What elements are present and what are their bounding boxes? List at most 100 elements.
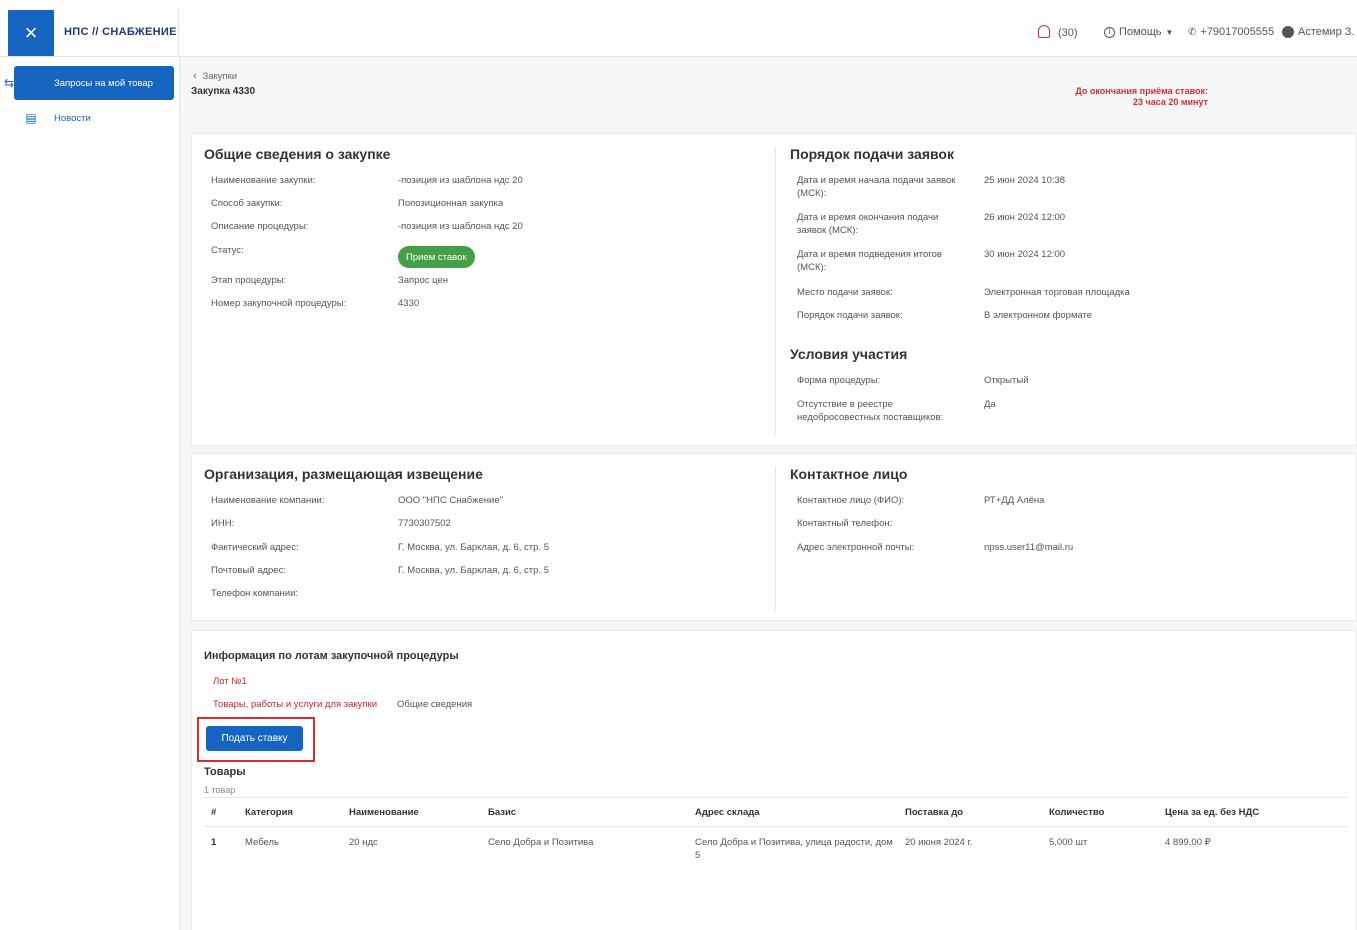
divider xyxy=(775,466,776,610)
close-icon: × xyxy=(24,20,38,45)
field-label: Описание процедуры: xyxy=(211,221,309,232)
field-value: -позиция из шаблона ндс 20 xyxy=(398,175,523,186)
section-title-conditions: Условия участия xyxy=(790,346,908,362)
table-cell: 1 xyxy=(211,837,217,848)
status-badge: Прием ставок xyxy=(398,246,475,268)
lots-card xyxy=(191,630,1357,930)
field-label: Порядок подачи заявок: xyxy=(797,310,903,321)
notifications-count: (30) xyxy=(1058,26,1078,39)
table-header-cell: Категория xyxy=(245,807,293,818)
field-value: 7730307502 xyxy=(398,518,451,529)
field-value[interactable]: npss.user11@mail.ru xyxy=(984,541,1073,554)
field-label: Телефон компании: xyxy=(211,588,299,599)
field-value: 26 июн 2024 12:00 xyxy=(984,212,1066,223)
section-title-general: Общие сведения о закупке xyxy=(204,146,391,162)
field-value: В электронном формате xyxy=(984,310,1093,321)
table-cell: Мебель xyxy=(245,837,279,848)
field-label: Адрес электронной почты: xyxy=(797,542,915,553)
phone-number: +79017005555 xyxy=(1200,26,1275,38)
field-label: Контактный телефон: xyxy=(797,518,893,529)
table-cell: 4 899,00 ₽ xyxy=(1165,837,1211,848)
field-label: Наименование закупки: xyxy=(211,175,316,186)
field-value: 25 июн 2024 10:38 xyxy=(984,175,1066,186)
field-label: Статус: xyxy=(211,245,244,256)
field-value: Электронная торговая площадка xyxy=(984,287,1130,298)
chevron-left-icon: ‹ xyxy=(193,70,197,82)
goods-title: Товары xyxy=(204,766,246,778)
field-value: Открытый xyxy=(984,375,1029,386)
table-header-cell: Количество xyxy=(1049,807,1105,818)
procurement-info-card xyxy=(191,133,1357,446)
field-label: Дата и время окончания подачи заявок (МС… xyxy=(797,212,939,236)
chevron-down-icon: ▼ xyxy=(1165,27,1174,37)
field-label: Этап процедуры: xyxy=(211,275,287,286)
field-value: 4330 xyxy=(398,298,420,309)
field-label: ИНН: xyxy=(211,518,235,529)
field-value: Попозиционная закупка xyxy=(398,198,504,209)
info-icon: i xyxy=(1104,26,1115,38)
field-label: Отсутствие в реестре недобросовестных по… xyxy=(797,399,944,423)
section-title-contact: Контактное лицо xyxy=(790,466,908,482)
field-label: Наименование компании: xyxy=(211,495,325,506)
table-header-cell: Цена за ед. без НДС xyxy=(1165,807,1260,818)
table-header-cell: # xyxy=(211,807,217,818)
sidebar-item-news[interactable]: ▤ Новости xyxy=(0,111,180,129)
deadline-label: До окончания приёма ставок: xyxy=(1075,86,1208,96)
phone-icon: ✆ xyxy=(1188,26,1197,38)
tab-general[interactable]: Общие сведения xyxy=(397,699,472,710)
field-label: Дата и время начала подачи заявок (МСК): xyxy=(797,175,956,199)
section-title-submission: Порядок подачи заявок xyxy=(790,146,954,162)
phone-link[interactable]: ✆ +79017005555 xyxy=(1188,26,1274,38)
newspaper-icon: ▤ xyxy=(25,111,37,125)
notifications-button[interactable]: (30) xyxy=(1038,25,1078,39)
field-label: Способ закупки: xyxy=(211,198,283,209)
table-cell: Село Добра и Позитива xyxy=(488,837,594,848)
top-bar: × НПС // СНАБЖЕНИЕ (30) i Помощь ▼ ✆ +79… xyxy=(0,0,1357,57)
table-cell: 20 ндс xyxy=(349,837,378,848)
field-value: 30 июн 2024 12:00 xyxy=(984,249,1066,260)
deadline-value: 23 часа 20 минут xyxy=(1132,97,1208,107)
swap-arrows-icon: ⇆ xyxy=(4,76,15,90)
logo[interactable]: НПС // СНАБЖЕНИЕ xyxy=(64,26,177,38)
field-label: Фактический адрес: xyxy=(211,542,299,553)
divider xyxy=(204,826,1347,827)
lot-link[interactable]: Лот №1 xyxy=(213,676,247,687)
divider xyxy=(178,8,179,56)
field-value: Запрос цен xyxy=(398,275,448,286)
page-title: Закупка 4330 xyxy=(191,86,256,97)
field-label: Почтовый адрес: xyxy=(211,565,286,576)
field-value: -позиция из шаблона ндс 20 xyxy=(398,221,523,232)
tab-goods[interactable]: Товары, работы и услуги для закупки xyxy=(213,699,377,710)
sidebar-item-label: Запросы на мой товар xyxy=(54,77,153,89)
field-value: Г. Москва, ул. Барклая, д. 6, стр. 5 xyxy=(398,565,549,576)
divider xyxy=(775,147,776,434)
user-name: Астемир З. xyxy=(1298,26,1355,38)
table-cell: 20 июня 2024 г. xyxy=(905,837,973,848)
user-menu[interactable]: Астемир З. ▼ xyxy=(1282,26,1357,38)
help-label: Помощь xyxy=(1119,26,1162,38)
section-title-organization: Организация, размещающая извещение xyxy=(204,466,483,482)
deadline-banner: До окончания приёма ставок: 23 часа 20 м… xyxy=(1040,86,1208,108)
table-header-cell: Адрес склада xyxy=(695,807,760,818)
field-value: Г. Москва, ул. Барклая, д. 6, стр. 5 xyxy=(398,542,549,553)
goods-count: 1 товар xyxy=(204,785,236,795)
table-header-cell: Наименование xyxy=(349,807,419,818)
field-label: Форма процедуры: xyxy=(797,375,881,386)
sidebar-item-requests[interactable]: ⇆ Запросы на мой товар xyxy=(4,66,174,100)
table-header-cell: Поставка до xyxy=(905,807,964,818)
field-label: Номер закупочной процедуры: xyxy=(211,298,347,309)
section-title-lots: Информация по лотам закупочной процедуры xyxy=(204,650,459,662)
bell-icon xyxy=(1038,25,1050,38)
field-label: Контактное лицо (ФИО): xyxy=(797,495,905,506)
back-link[interactable]: ‹ Закупки xyxy=(193,70,237,82)
field-label: Место подачи заявок: xyxy=(797,287,893,298)
submit-bid-button[interactable]: Подать ставку xyxy=(206,726,303,751)
close-menu-button[interactable]: × xyxy=(8,10,54,56)
sidebar-item-label: Новости xyxy=(54,113,91,124)
table-header-cell: Базис xyxy=(488,807,517,818)
user-icon xyxy=(1282,26,1294,38)
back-label: Закупки xyxy=(202,71,238,82)
table-cell: 5,000 шт xyxy=(1049,837,1088,848)
help-menu[interactable]: i Помощь ▼ xyxy=(1104,26,1173,38)
divider xyxy=(204,797,1347,798)
